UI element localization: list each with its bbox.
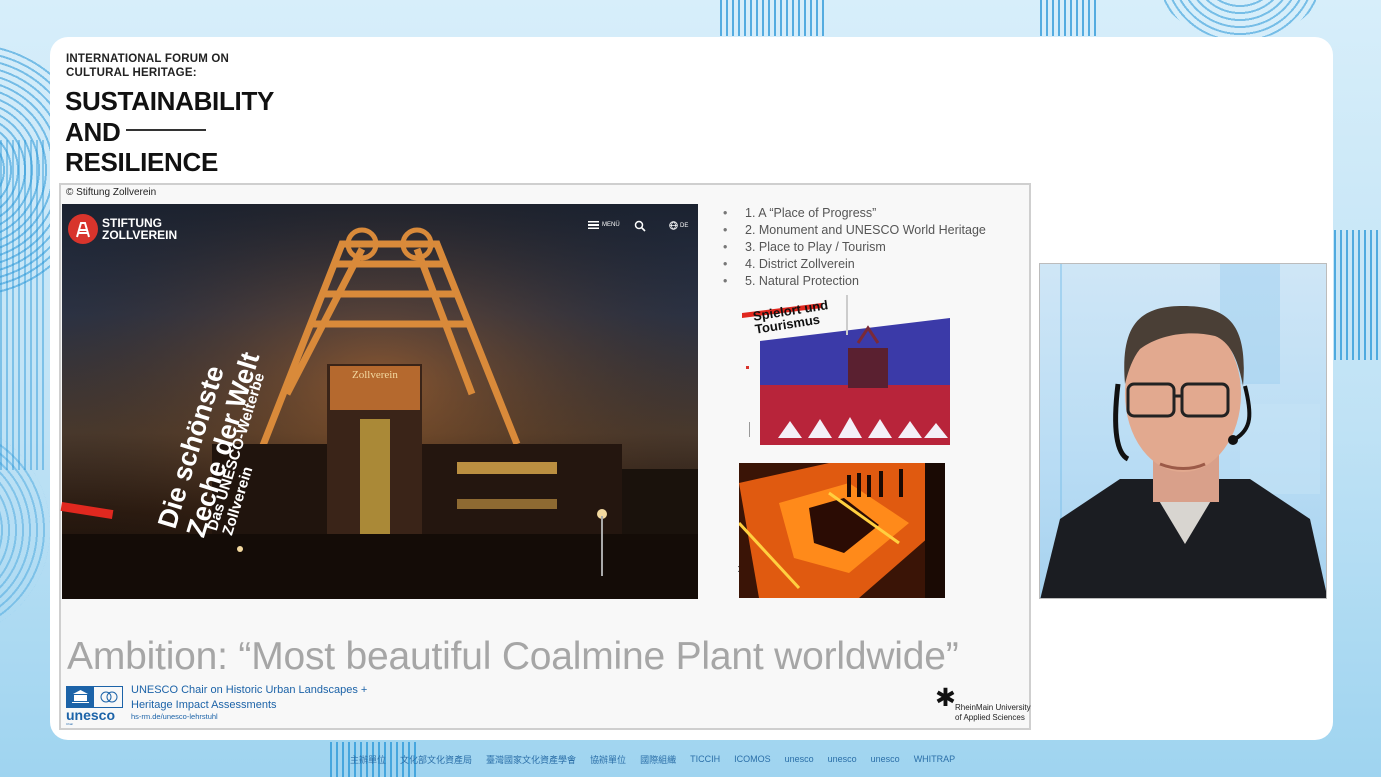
sponsor-logo: TICCIH [690, 754, 721, 764]
website-menu-label: MENÜ [602, 222, 620, 228]
unesco-chair-title-line: Heritage Impact Assessments [131, 699, 277, 711]
headframe-icon [76, 222, 90, 238]
sponsor-logo: WHITRAP [913, 754, 956, 764]
stiftung-zollverein-brand: STIFTUNG ZOLLVEREIN [102, 216, 178, 242]
sponsor-logo: unesco [784, 754, 814, 764]
forum-title-line: SUSTAINABILITY [65, 86, 275, 116]
unesco-chair-tag: Chair [66, 722, 74, 726]
chair-emblem-icon [100, 691, 118, 703]
sponsor-logo: 國際組織 [640, 754, 677, 765]
unesco-chair-title: UNESCO Chair on Historic Urban Landscape… [131, 683, 367, 713]
background-stripes [720, 0, 825, 36]
speaker-webcam-video[interactable] [1039, 263, 1327, 599]
hamburger-icon [588, 221, 599, 229]
brochure-divider [749, 422, 750, 437]
sponsor-logo: 臺灣國家文化資產學會 [486, 754, 577, 765]
sponsor-logo: unesco [870, 754, 900, 764]
rheinmain-name-line: of Applied Sciences [955, 712, 1025, 722]
website-menu-button[interactable]: MENÜ [588, 221, 620, 229]
rheinmain-university-name: RheinMain University of Applied Sciences [955, 703, 1031, 722]
orange-stairs-photo [739, 463, 945, 598]
bullet-item: 5. Natural Protection [721, 273, 986, 290]
brochure-colon: : [737, 563, 741, 575]
bullet-item: 2. Monument and UNESCO World Heritage [721, 222, 986, 239]
forum-title-line: AND [65, 116, 121, 147]
forum-subtitle: INTERNATIONAL FORUM ON CULTURAL HERITAGE… [66, 53, 230, 79]
bullet-item: 4. District Zollverein [721, 256, 986, 273]
slide-bullet-list: 1. A “Place of Progress” 2. Monument and… [721, 205, 986, 290]
background-arc [1150, 0, 1330, 40]
brochure-dot [746, 366, 749, 369]
website-language-button[interactable]: DE [669, 221, 688, 230]
unesco-wordmark: unesco [66, 707, 116, 723]
globe-icon [669, 221, 678, 230]
bullet-item: 1. A “Place of Progress” [721, 205, 986, 222]
photo-credit: © Stiftung Zollverein [66, 187, 157, 198]
unesco-chair-title-line: UNESCO Chair on Historic Urban Landscape… [131, 684, 368, 696]
zollverein-website-screenshot: Zollverein [62, 204, 698, 599]
background-stripes [1334, 230, 1381, 360]
website-language-label: DE [680, 222, 689, 229]
zollverein-sign: Zollverein [352, 369, 398, 381]
sponsor-logo: 主辦單位 [350, 754, 387, 765]
sponsor-logo: ICOMOS [734, 754, 771, 764]
forum-title-line: RESILIENCE [65, 147, 219, 177]
unesco-chair-url: hs-rm.de/unesco-lehrstuhl [131, 712, 218, 721]
forum-title-rule [126, 129, 206, 131]
sponsor-footer: 主辦單位 文化部文化資產局 臺灣國家文化資產學會 協辦單位 國際組織 TICCI… [350, 751, 955, 767]
rheinmain-name-line: RheinMain University [955, 703, 1031, 712]
speaker-video-frame [1040, 264, 1326, 598]
search-icon[interactable] [634, 220, 646, 232]
unesco-emblem-icon [66, 686, 123, 708]
stiftung-zollverein-logo-icon [68, 214, 98, 244]
zollverein-night-photo: Zollverein [62, 204, 698, 599]
sponsor-logo: unesco [827, 754, 857, 764]
unesco-temple-icon [67, 687, 94, 707]
sponsor-logo: 文化部文化資產局 [400, 754, 473, 765]
background-stripes [1040, 0, 1100, 36]
sponsor-logo: 協辦單位 [590, 754, 627, 765]
slide-ambition-statement: Ambition: “Most beautiful Coalmine Plant… [67, 635, 959, 678]
bullet-item: 3. Place to Play / Tourism [721, 239, 986, 256]
interior-photo [739, 463, 945, 598]
forum-title: SUSTAINABILITY AND RESILIENCE [65, 86, 274, 178]
rheinmain-logo-icon: ✱ [935, 684, 956, 712]
